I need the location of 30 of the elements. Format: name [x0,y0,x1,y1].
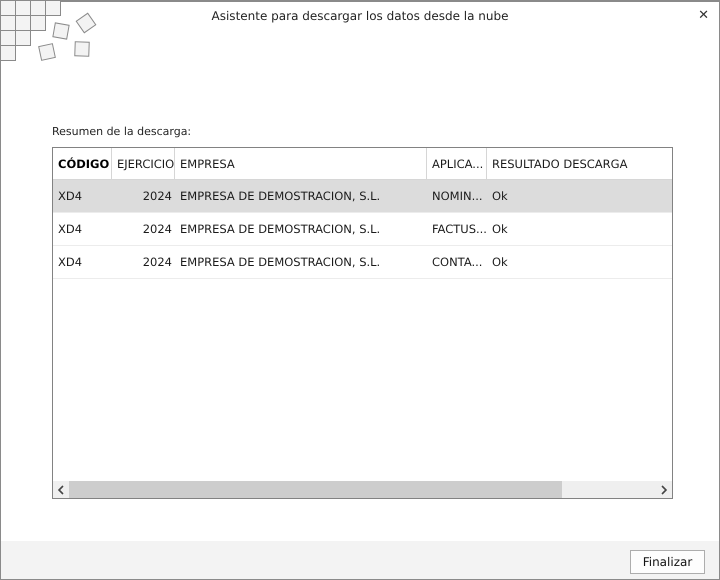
table-cell-text: Ok [491,221,509,238]
finish-button[interactable]: Finalizar [630,550,705,574]
table-cell-text: CONTA... [431,254,484,271]
table-cell-text: Ok [491,188,509,205]
table-cell-text: NOMIN... [431,188,484,205]
table-row[interactable]: XD4 2024 EMPRESA DE DEMOSTRACION, S.L. NOMIN... Ok [53,180,672,213]
column-header[interactable]: EJERCICIO [112,148,175,179]
table-cell-text: EMPRESA DE DEMOSTRACION, S.L. [179,188,382,205]
scrollbar-thumb[interactable] [69,481,562,498]
table-cell-text: EMPRESA DE DEMOSTRACION, S.L. [179,221,382,238]
scroll-left-icon[interactable] [57,484,65,494]
table-cell-text: EMPRESA DE DEMOSTRACION, S.L. [179,254,382,271]
table-cell-text: 2024 [142,221,173,238]
table-cell-text: XD4 [57,221,84,238]
window-title: Asistente para descargar los datos desde la nube [212,9,508,23]
scroll-right-icon[interactable] [660,484,668,494]
column-header[interactable]: EMPRESA [175,148,427,179]
table-cell-text: FACTUS... [431,221,487,238]
table-cell-text: XD4 [57,254,84,271]
table-cell-text: Ok [491,254,509,271]
table-row[interactable]: XD4 2024 EMPRESA DE DEMOSTRACION, S.L. FACTUS... Ok [53,213,672,246]
column-header[interactable]: APLICA... [427,148,487,179]
table-cell-text: 2024 [142,188,173,205]
column-header[interactable]: CÓDIGO [53,148,112,179]
section-label: Resumen de la descarga: [52,125,192,138]
table-cell-text: 2024 [142,254,173,271]
table-cell-text: XD4 [57,188,84,205]
table-row[interactable]: XD4 2024 EMPRESA DE DEMOSTRACION, S.L. CONTA... Ok [53,246,672,279]
column-header[interactable]: RESULTADO DESCARGA [487,148,672,179]
close-button[interactable]: ✕ [694,6,713,25]
